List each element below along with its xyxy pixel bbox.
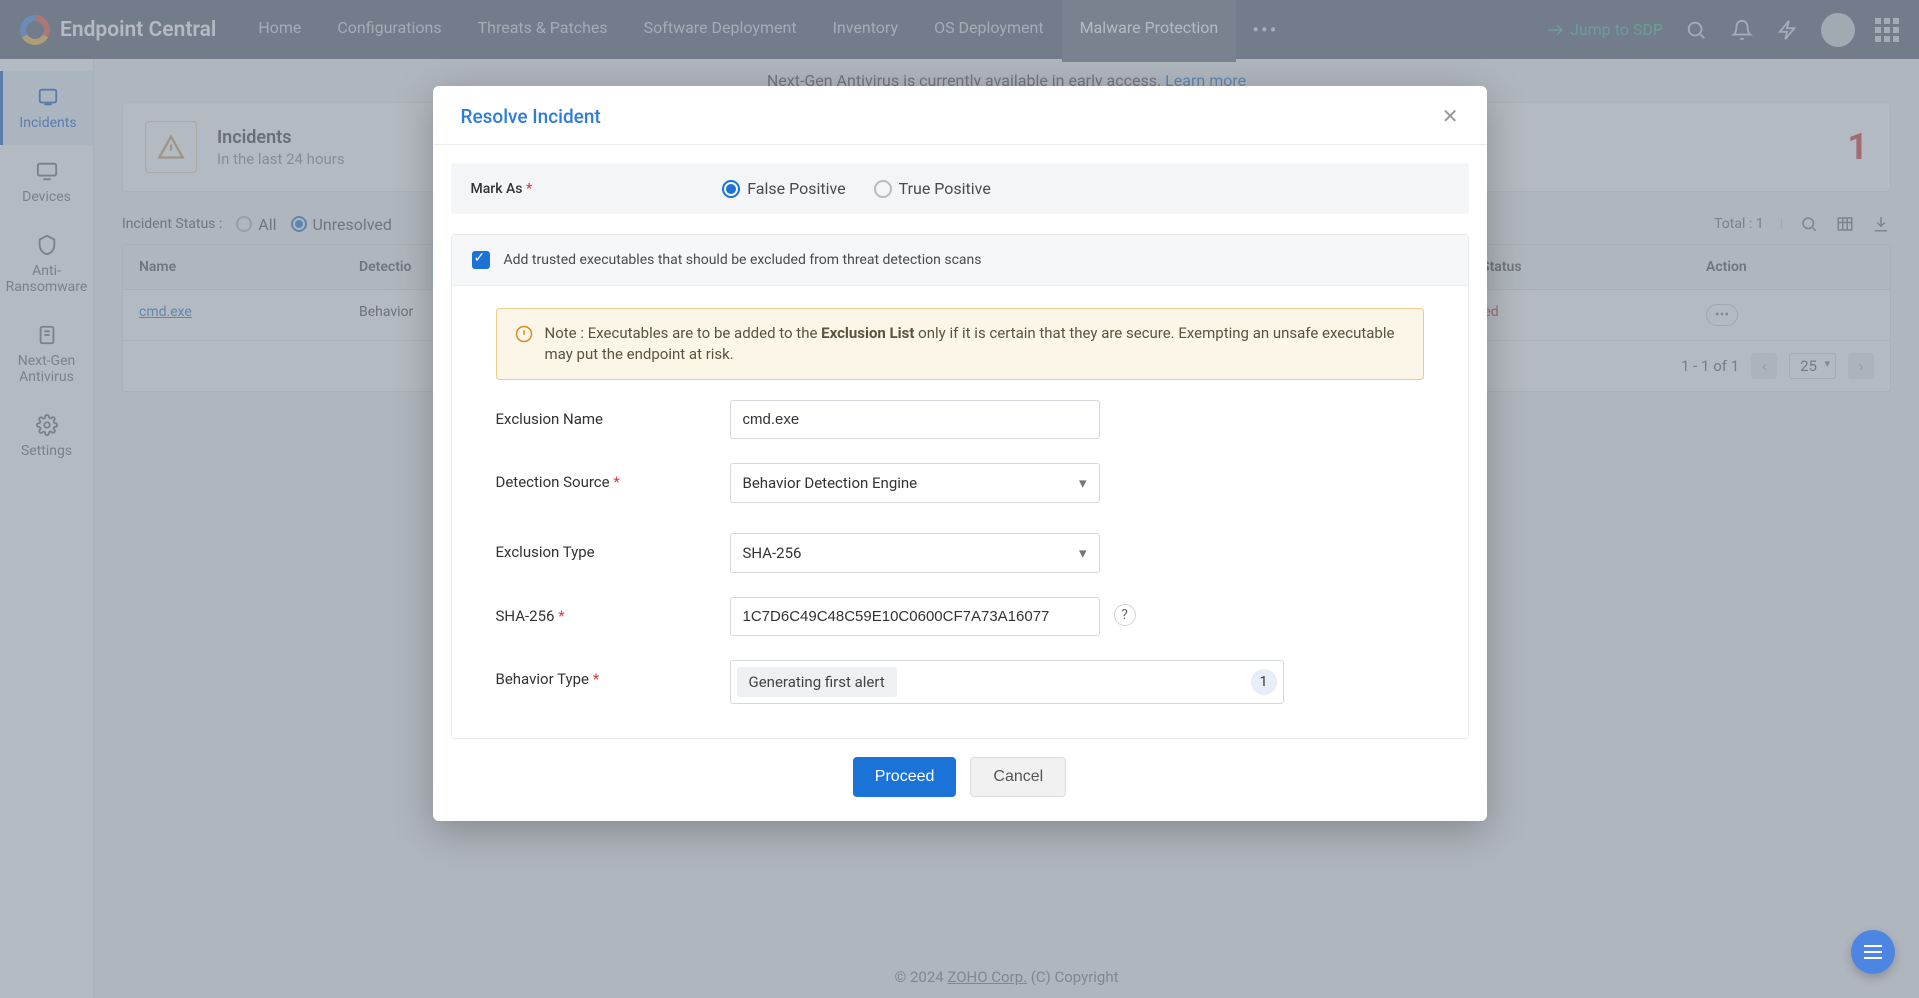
field-label: Exclusion Type (496, 533, 730, 561)
floating-menu-button[interactable] (1851, 930, 1895, 974)
mark-as-row: Mark As * False Positive True Positive (451, 163, 1469, 214)
radio-label: False Positive (747, 179, 845, 198)
exclusion-name-input[interactable] (730, 400, 1100, 439)
exclusion-note: Note : Executables are to be added to th… (496, 308, 1424, 380)
exclusion-checkbox[interactable] (472, 251, 490, 269)
exclusion-form: Exclusion Name Detection Source * Behavi… (452, 400, 1468, 738)
radio-label: True Positive (899, 179, 991, 198)
field-label: Behavior Type * (496, 660, 730, 688)
exclusion-checkbox-label: Add trusted executables that should be e… (504, 252, 982, 268)
radio-dot-icon (722, 180, 740, 198)
row-detection-source: Detection Source * Behavior Detection En… (496, 463, 1424, 503)
markas-true-positive-radio[interactable]: True Positive (874, 179, 991, 198)
behavior-tag[interactable]: Generating first alert (737, 667, 897, 697)
modal-overlay: Resolve Incident ✕ Mark As * False Posit… (0, 0, 1919, 998)
sha256-help-icon[interactable]: ? (1114, 604, 1136, 626)
resolve-incident-modal: Resolve Incident ✕ Mark As * False Posit… (433, 86, 1487, 821)
proceed-button[interactable]: Proceed (853, 757, 957, 797)
note-bold: Exclusion List (821, 324, 914, 342)
detection-source-select[interactable]: Behavior Detection Engine (730, 463, 1100, 503)
modal-actions: Proceed Cancel (433, 757, 1487, 797)
label-text: Detection Source (496, 473, 610, 491)
menu-icon (1864, 945, 1882, 959)
radio-dot-icon (874, 180, 892, 198)
modal-title: Resolve Incident (461, 105, 601, 128)
markas-false-positive-radio[interactable]: False Positive (722, 179, 845, 198)
sha256-input[interactable] (730, 597, 1100, 636)
exclusion-block: Add trusted executables that should be e… (451, 234, 1469, 739)
row-behavior-type: Behavior Type * Generating first alert 1 (496, 660, 1424, 704)
row-exclusion-type: Exclusion Type SHA-256 (496, 533, 1424, 573)
field-label: Detection Source * (496, 463, 730, 491)
row-sha256: SHA-256 * ? (496, 597, 1424, 636)
exclusion-header: Add trusted executables that should be e… (452, 235, 1468, 286)
modal-close-button[interactable]: ✕ (1442, 104, 1459, 128)
field-label: Exclusion Name (496, 400, 730, 428)
label-text: SHA-256 (496, 607, 555, 625)
behavior-count-badge: 1 (1251, 669, 1277, 695)
cancel-button[interactable]: Cancel (970, 757, 1066, 797)
row-exclusion-name: Exclusion Name (496, 400, 1424, 439)
field-label: SHA-256 * (496, 597, 730, 625)
label-text: Behavior Type (496, 670, 590, 688)
label-text: Mark As (471, 181, 523, 197)
note-text: Note : Executables are to be added to th… (545, 324, 822, 342)
behavior-type-field[interactable]: Generating first alert 1 (730, 660, 1284, 704)
mark-as-label: Mark As * (471, 181, 533, 197)
warning-icon (515, 325, 533, 365)
modal-header: Resolve Incident ✕ (433, 86, 1487, 145)
exclusion-type-select[interactable]: SHA-256 (730, 533, 1100, 573)
